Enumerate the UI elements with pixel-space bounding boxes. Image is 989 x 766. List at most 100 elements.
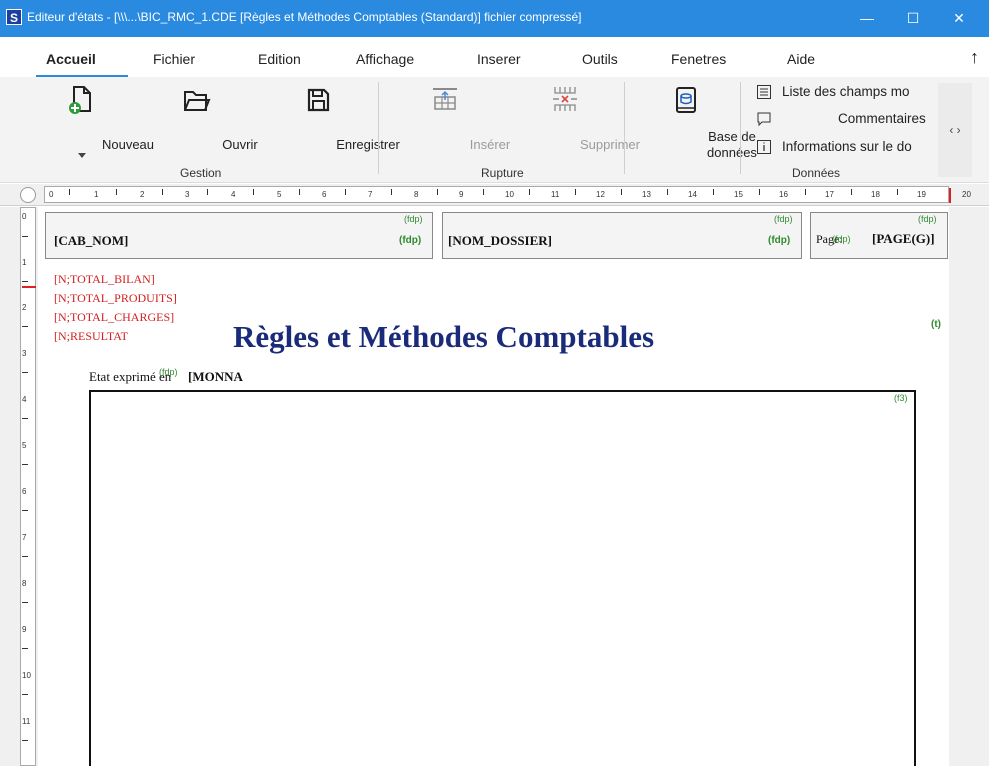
- minimize-button[interactable]: —: [844, 0, 890, 37]
- ruler-tick: [69, 189, 70, 195]
- ruler-tick: [207, 189, 208, 195]
- ruler-number: 15: [734, 190, 743, 199]
- ruler-number: 1: [94, 190, 99, 199]
- total-bilan-field[interactable]: [N;TOTAL_BILAN]: [54, 272, 155, 287]
- total-produits-field[interactable]: [N;TOTAL_PRODUITS]: [54, 291, 177, 306]
- report-title[interactable]: Règles et Méthodes Comptables: [233, 319, 654, 355]
- menu-affichage[interactable]: Affichage: [356, 51, 414, 67]
- nouveau-button[interactable]: Nouveau: [36, 77, 154, 165]
- ruler-number: 18: [871, 190, 880, 199]
- top-margin-marker[interactable]: [22, 286, 36, 288]
- fdp-bold-tag: (fdp): [399, 235, 422, 246]
- ruler-tick: [391, 189, 392, 195]
- informations-button[interactable]: Informations sur le do: [746, 136, 934, 158]
- resultat-field[interactable]: [N;RESULTAT: [54, 329, 128, 344]
- group-separator: [740, 82, 741, 174]
- ruler-tick: [667, 189, 668, 195]
- ruler-number: 17: [825, 190, 834, 199]
- ruler-number: 6: [322, 190, 327, 199]
- liste-champs-button[interactable]: Liste des champs mo: [746, 81, 934, 103]
- ruler-number: 9: [459, 190, 464, 199]
- ruler-number: 16: [779, 190, 788, 199]
- ruler-number: 6: [22, 487, 27, 496]
- ruler-tick: [621, 189, 622, 195]
- ruler-number: 4: [22, 395, 27, 404]
- ruler-tick: [529, 189, 530, 195]
- fdp-tag: (fdp): [918, 214, 937, 224]
- monnaie-field[interactable]: [MONNA: [188, 369, 243, 385]
- field-list-icon: [757, 85, 771, 99]
- ruler-tick: [22, 694, 28, 695]
- ruler-number: 0: [22, 212, 27, 221]
- insert-break-icon: [433, 88, 457, 110]
- nom-dossier-field[interactable]: [NOM_DOSSIER]: [448, 233, 552, 249]
- ruler-tick: [22, 418, 28, 419]
- ruler-tick: [22, 372, 28, 373]
- comment-icon: [757, 112, 771, 127]
- report-body-frame[interactable]: [89, 390, 916, 766]
- supprimer-button[interactable]: Supprimer: [520, 77, 640, 165]
- ruler-number: 2: [140, 190, 145, 199]
- ruler-number: 1: [22, 258, 27, 267]
- ruler-tick: [162, 189, 163, 195]
- ruler-number: 11: [551, 190, 560, 199]
- ruler-tick: [22, 648, 28, 649]
- ruler-origin-button[interactable]: [20, 187, 36, 203]
- right-margin-marker[interactable]: [949, 188, 951, 203]
- menu-aide[interactable]: Aide: [787, 51, 815, 67]
- ruler-tick: [253, 189, 254, 195]
- ruler-tick: [805, 189, 806, 195]
- page-field[interactable]: [PAGE(G)]: [872, 231, 935, 247]
- close-button[interactable]: ✕: [936, 0, 982, 37]
- ruler-number: 10: [505, 190, 514, 199]
- menu-bar: Accueil Fichier Edition Affichage Insere…: [0, 37, 989, 77]
- ruler-number: 10: [22, 671, 31, 680]
- informations-label: Informations sur le do: [782, 139, 912, 154]
- page-gutter: [949, 207, 989, 766]
- ouvrir-button[interactable]: Ouvrir: [150, 77, 258, 165]
- ruler-number: 3: [22, 349, 27, 358]
- fdp-tag: (fdp): [159, 367, 178, 377]
- fdp-tag: (fdp): [404, 214, 423, 224]
- menu-fenetres[interactable]: Fenetres: [671, 51, 726, 67]
- maximize-button[interactable]: ☐: [890, 0, 936, 37]
- menu-inserer[interactable]: Inserer: [477, 51, 521, 67]
- total-charges-field[interactable]: [N;TOTAL_CHARGES]: [54, 310, 174, 325]
- app-icon: S: [6, 9, 22, 25]
- ruler-number: 8: [414, 190, 419, 199]
- ruler-tick: [345, 189, 346, 195]
- cab-nom-field[interactable]: [CAB_NOM]: [54, 233, 128, 249]
- ruler-tick: [299, 189, 300, 195]
- body-tag: (f3): [894, 393, 908, 403]
- ruler-number: 13: [642, 190, 651, 199]
- ruler-number: 5: [277, 190, 282, 199]
- group-label-rupture: Rupture: [481, 166, 524, 180]
- menu-accueil[interactable]: Accueil: [46, 51, 96, 67]
- menu-fichier[interactable]: Fichier: [153, 51, 195, 67]
- base-de-donnees-button[interactable]: Base de données: [640, 77, 757, 165]
- ruler-tick: [22, 281, 28, 282]
- menu-edition[interactable]: Edition: [258, 51, 301, 67]
- ruler-tick: [759, 189, 760, 195]
- window-title: Editeur d'états - [\\\...\BIC_RMC_1.CDE …: [27, 10, 582, 24]
- commentaires-button[interactable]: Commentaires: [746, 108, 934, 130]
- ruler-number: 14: [688, 190, 697, 199]
- ribbon-scroll-arrows[interactable]: ‹ ›: [938, 83, 972, 177]
- ruler-tick: [22, 740, 28, 741]
- collapse-ribbon-icon[interactable]: ↑: [970, 47, 979, 68]
- ruler-number: 9: [22, 625, 27, 634]
- group-label-donnees: Données: [792, 166, 841, 180]
- ruler-number: 0: [49, 190, 54, 199]
- ruler-number: 5: [22, 441, 27, 450]
- database-book-icon: [676, 87, 696, 113]
- ruler-tick: [897, 189, 898, 195]
- title-bar: S Editeur d'états - [\\\...\BIC_RMC_1.CD…: [0, 0, 989, 37]
- ruler-number: 4: [231, 190, 236, 199]
- enregistrer-button[interactable]: Enregistrer: [268, 77, 400, 165]
- menu-outils[interactable]: Outils: [582, 51, 618, 67]
- ruler-tick: [437, 189, 438, 195]
- ruler-number: 3: [185, 190, 190, 199]
- ruler-number: 8: [22, 579, 27, 588]
- inserer-button[interactable]: Insérer: [400, 77, 510, 165]
- new-document-icon: [69, 86, 91, 114]
